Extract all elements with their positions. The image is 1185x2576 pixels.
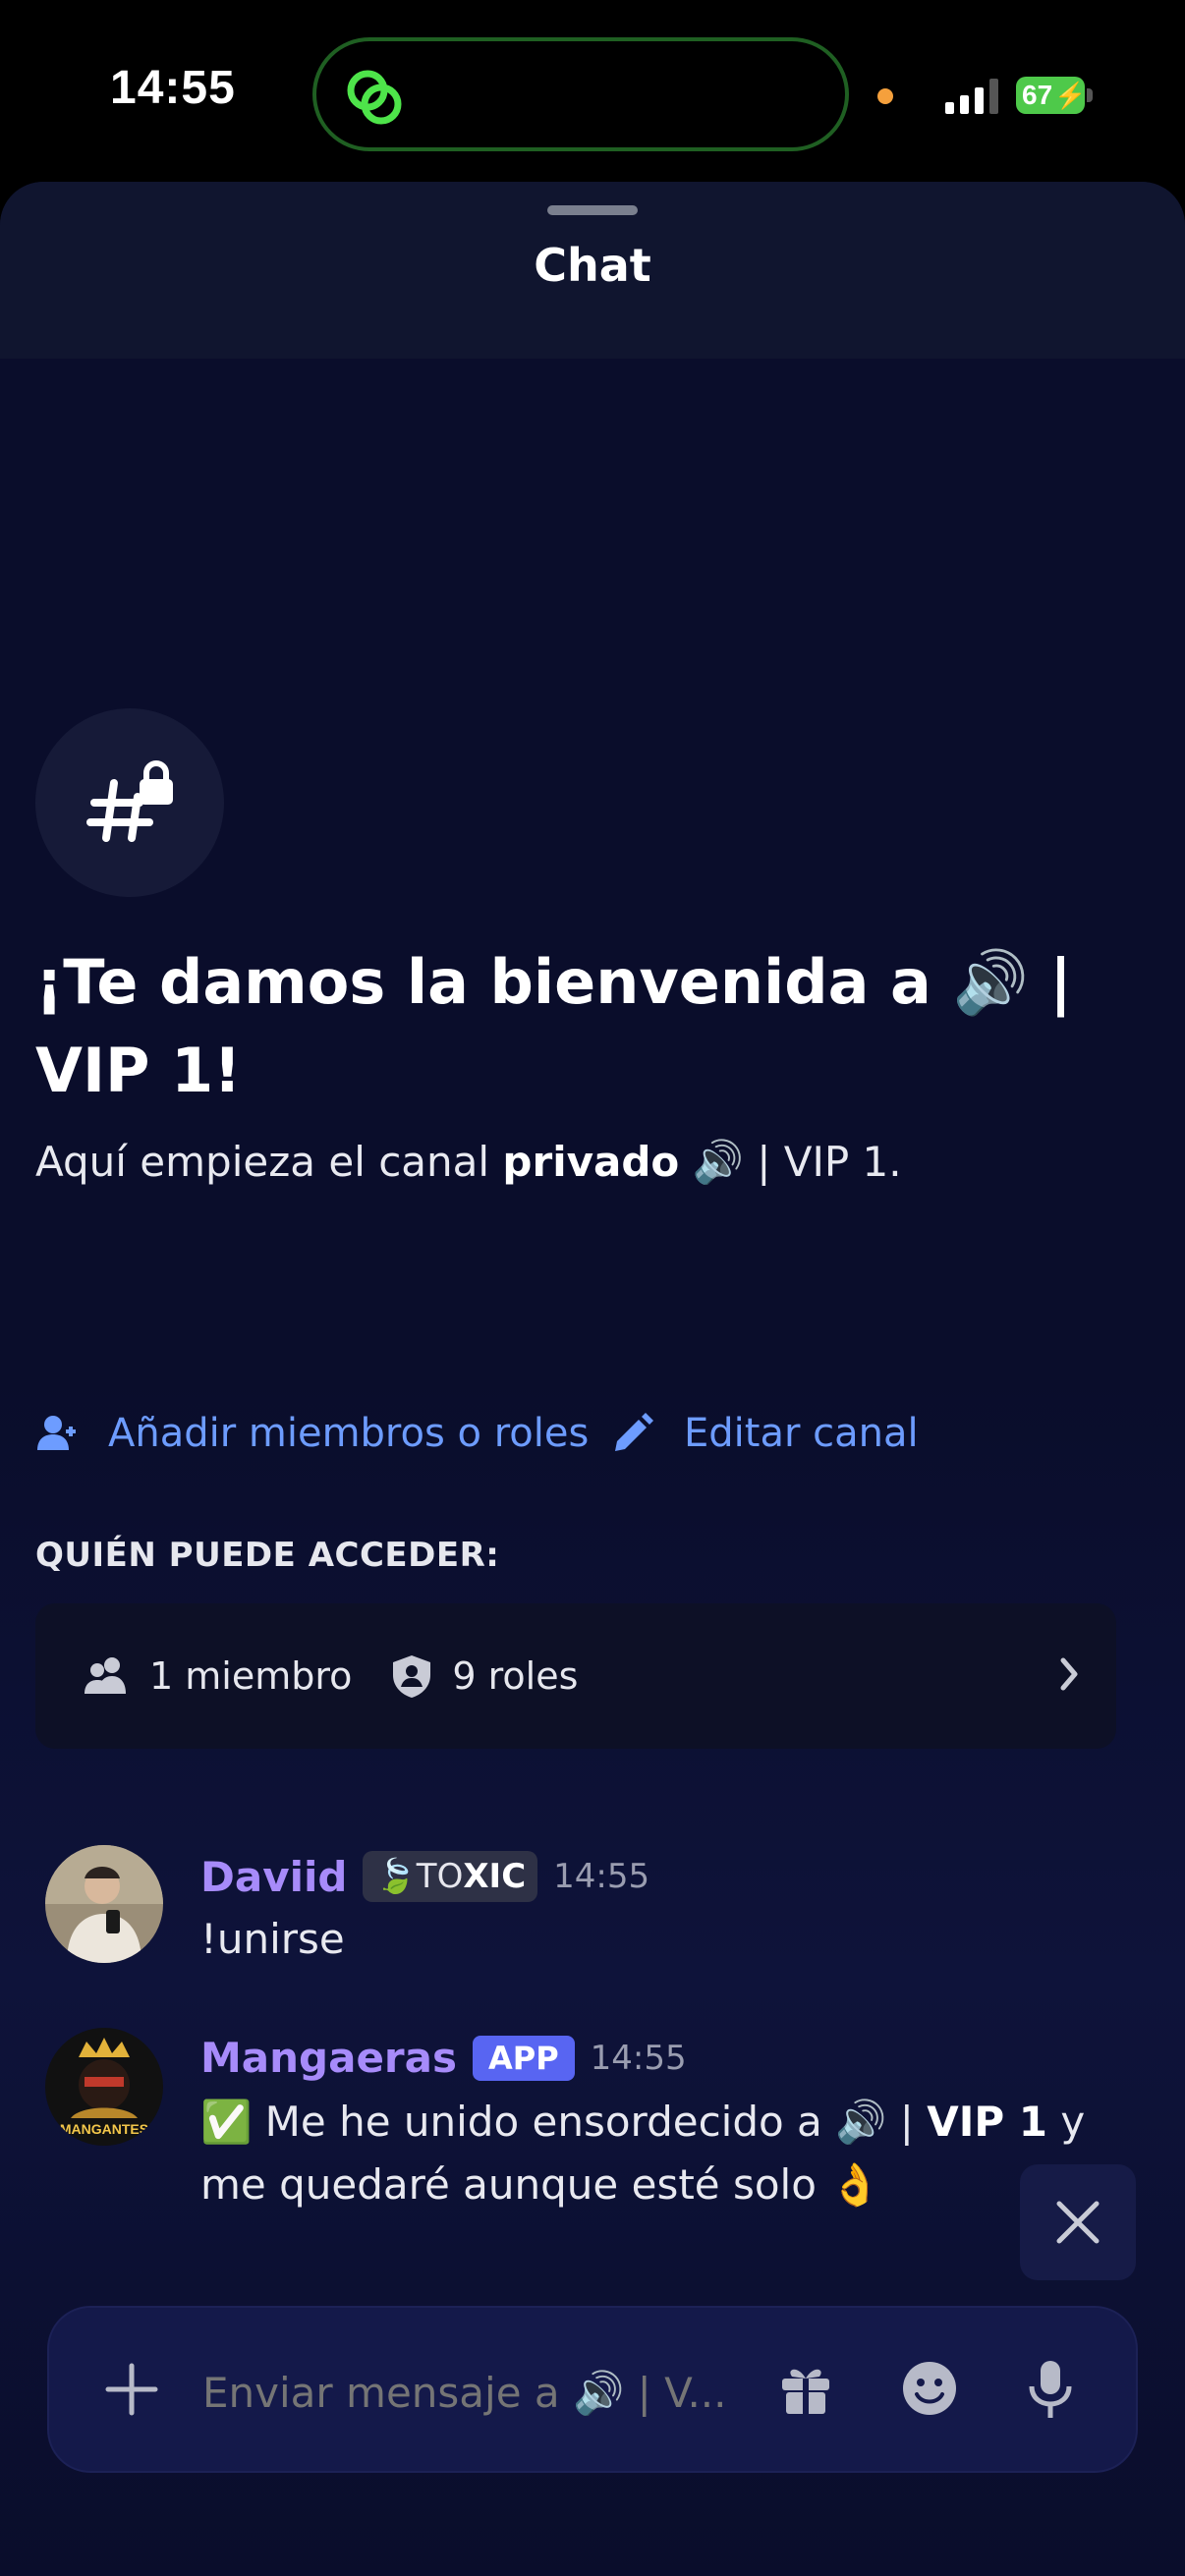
- username[interactable]: Daviid: [200, 1853, 347, 1901]
- access-summary[interactable]: 1 miembro 9 roles: [35, 1603, 1116, 1749]
- dynamic-island: [312, 37, 849, 151]
- chat-sheet: Chat ¡Te damos la bienvenida a 🔊 | VIP 1…: [0, 182, 1185, 2576]
- add-member-icon: [37, 1416, 76, 1450]
- timestamp: 14:55: [590, 2038, 687, 2078]
- welcome-subtitle: Aquí empieza el canal privado 🔊 | VIP 1.: [35, 1138, 1146, 1187]
- chevron-right-icon: [1060, 1657, 1078, 1691]
- message-header: Mangaeras APP 14:55: [200, 2034, 687, 2082]
- server-tag[interactable]: 🍃 TO XIC: [363, 1851, 538, 1902]
- body-prefix: ✅ Me he unido ensordecido a 🔊 |: [200, 2098, 928, 2146]
- add-members-label: Añadir miembros o roles: [108, 1411, 590, 1456]
- roles-count: 9 roles: [391, 1653, 578, 1699]
- message-body: ✅ Me he unido ensordecido a 🔊 | VIP 1 y …: [200, 2091, 1144, 2216]
- page-title: Chat: [534, 239, 651, 292]
- body-bold: VIP 1: [927, 2098, 1048, 2146]
- avatar[interactable]: MANGANTES: [45, 2028, 163, 2146]
- sheet-header: Chat: [0, 182, 1185, 359]
- microphone-icon[interactable]: [1026, 2359, 1075, 2420]
- battery-icon: 67 ⚡: [1016, 77, 1087, 114]
- subtitle-bold: privado: [502, 1138, 680, 1186]
- message-input[interactable]: [202, 2365, 782, 2420]
- emoji-icon[interactable]: [900, 2359, 959, 2418]
- welcome-title: ¡Te damos la bienvenida a 🔊 | VIP 1!: [35, 946, 1072, 1106]
- members-count-label: 1 miembro: [149, 1654, 353, 1698]
- sheet-grabber[interactable]: [547, 205, 638, 215]
- timestamp: 14:55: [553, 1857, 650, 1896]
- leaf-icon: 🍃: [374, 1857, 417, 1896]
- add-members-button[interactable]: Añadir miembros o roles: [35, 1411, 589, 1456]
- gift-icon[interactable]: [776, 2359, 835, 2418]
- message-header: Daviid 🍃 TO XIC 14:55: [200, 1851, 649, 1902]
- battery-tip: [1087, 88, 1093, 102]
- status-time: 14:55: [110, 62, 236, 114]
- members-count: 1 miembro: [85, 1654, 352, 1698]
- close-icon: [1056, 2201, 1100, 2244]
- pencil-icon: [615, 1413, 653, 1451]
- app-badge: APP: [472, 2035, 575, 2081]
- message-body: !unirse: [200, 1915, 345, 1963]
- tag-text-bold: XIC: [463, 1857, 527, 1896]
- edit-channel-label: Editar canal: [684, 1411, 919, 1456]
- private-channel-hash-lock-icon: [35, 708, 224, 897]
- members-icon: [85, 1657, 126, 1694]
- status-bar: 14:55 67 ⚡: [0, 0, 1185, 182]
- role-shield-icon: [393, 1655, 431, 1698]
- avatar-logo-text: MANGANTES: [60, 2121, 148, 2137]
- charging-bolt-icon: ⚡: [1054, 80, 1087, 110]
- avatar[interactable]: [45, 1845, 163, 1963]
- access-label: QUIÉN PUEDE ACCEDER:: [35, 1536, 500, 1575]
- username[interactable]: Mangaeras: [200, 2034, 457, 2082]
- add-attachment-icon[interactable]: [104, 2362, 159, 2417]
- close-button[interactable]: [1020, 2164, 1136, 2280]
- tag-text-pre: TO: [416, 1857, 464, 1896]
- signal-icon: [945, 79, 998, 114]
- message-composer: [47, 2306, 1138, 2473]
- link-icon: [347, 70, 402, 125]
- subtitle-prefix: Aquí empieza el canal: [35, 1138, 503, 1186]
- subtitle-suffix: 🔊 | VIP 1.: [679, 1138, 902, 1186]
- privacy-indicator-dot: [877, 88, 893, 104]
- edit-channel-button[interactable]: Editar canal: [611, 1411, 919, 1456]
- battery-level: 67: [1022, 80, 1053, 110]
- roles-count-label: 9 roles: [452, 1654, 579, 1698]
